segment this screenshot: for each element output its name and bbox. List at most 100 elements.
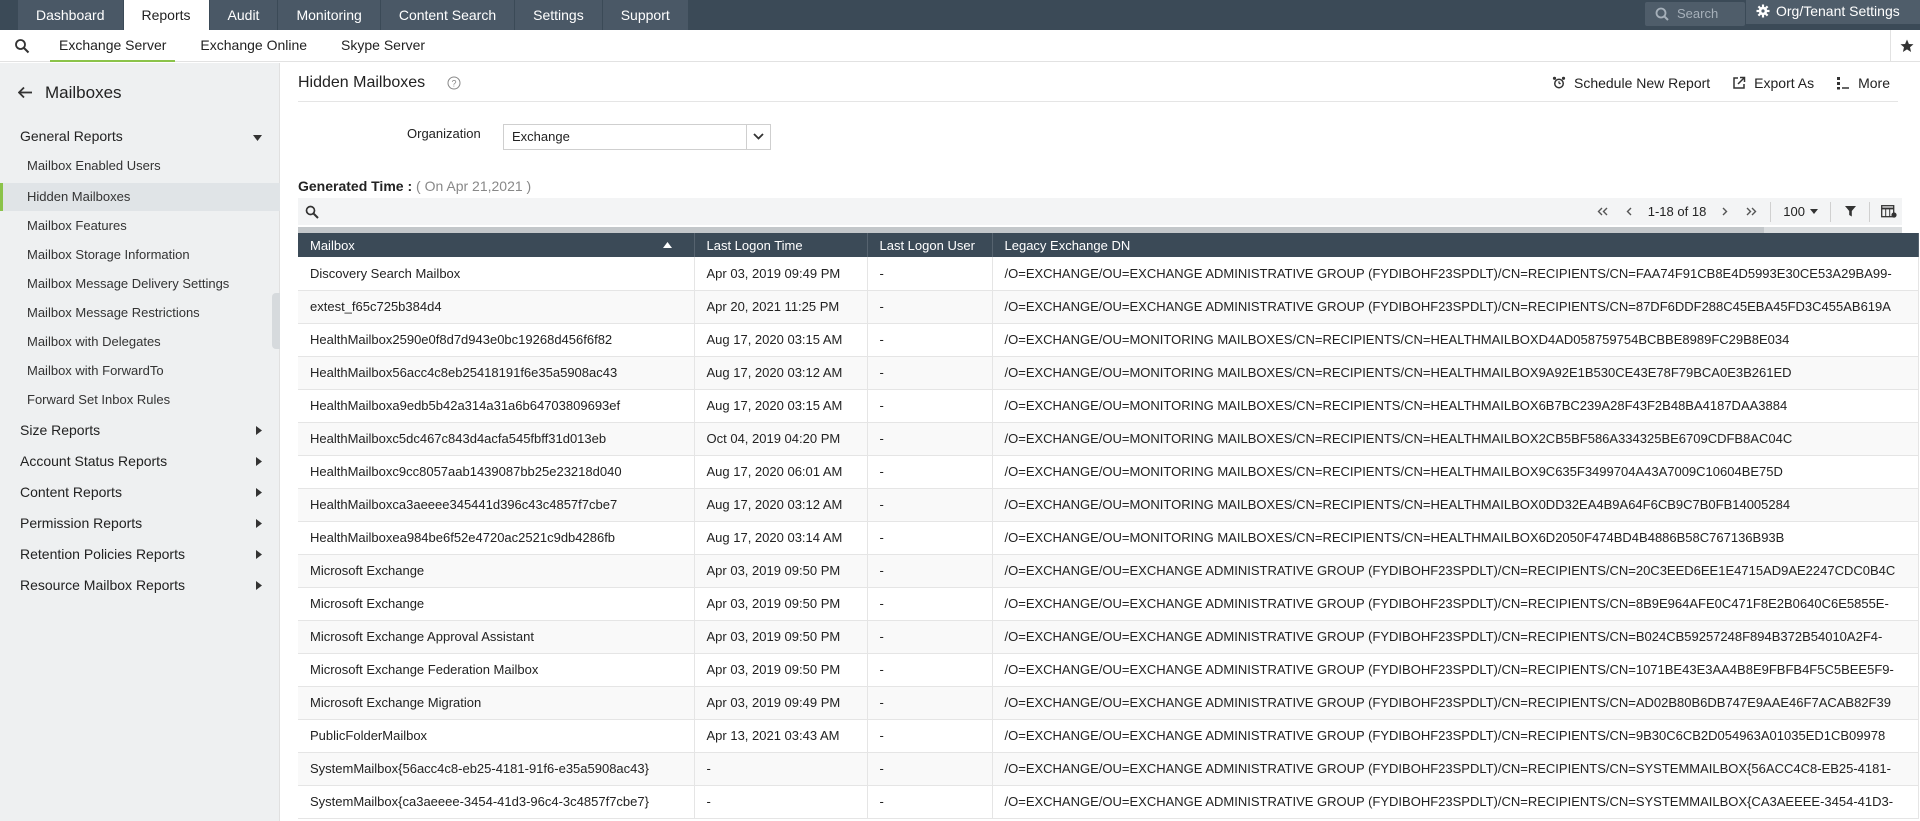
caret-right-icon bbox=[256, 488, 262, 497]
sidebar-item-mailbox-storage-information[interactable]: Mailbox Storage Information bbox=[0, 241, 280, 269]
tab-exchange-online[interactable]: Exchange Online bbox=[191, 30, 316, 62]
table-row[interactable]: SystemMailbox{ca3aeeee-3454-41d3-96c4-3c… bbox=[298, 785, 1919, 819]
more-button[interactable]: More bbox=[1836, 75, 1890, 91]
sidebar-item-forward-set-inbox-rules[interactable]: Forward Set Inbox Rules bbox=[0, 386, 280, 414]
table-row[interactable]: Microsoft Exchange Federation Mailbox Apr… bbox=[298, 653, 1919, 687]
org-tenant-settings-button[interactable]: Org/Tenant Settings bbox=[1746, 0, 1920, 24]
table-row[interactable]: Microsoft Exchange Apr 03, 2019 09:50 PM -… bbox=[298, 587, 1919, 621]
more-label: More bbox=[1858, 75, 1890, 91]
cell-mailbox: HealthMailbox2590e0f8d7d943e0bc19268d456… bbox=[298, 323, 695, 357]
double-chevron-right-icon bbox=[1746, 207, 1757, 216]
table-row[interactable]: HealthMailboxc9cc8057aab1439087bb25e2321… bbox=[298, 455, 1919, 489]
sidebar-group-content-reports[interactable]: Content Reports bbox=[20, 484, 270, 500]
table-row[interactable]: HealthMailbox2590e0f8d7d943e0bc19268d456… bbox=[298, 323, 1919, 357]
favorite-button[interactable] bbox=[1890, 30, 1920, 62]
sidebar-item-mailbox-message-delivery-settings[interactable]: Mailbox Message Delivery Settings bbox=[0, 270, 280, 298]
sidebar-group-resource-mailbox-reports[interactable]: Resource Mailbox Reports bbox=[20, 577, 270, 593]
sidebar-collapse-handle[interactable] bbox=[272, 293, 280, 349]
search-icon[interactable] bbox=[14, 38, 30, 54]
pager-divider bbox=[1830, 201, 1831, 222]
caret-right-icon bbox=[256, 550, 262, 559]
caret-down-icon bbox=[1810, 209, 1818, 214]
table-row[interactable]: HealthMailboxc5dc467c843d4acfa545fbff31d… bbox=[298, 422, 1919, 456]
cell-mailbox: HealthMailboxc9cc8057aab1439087bb25e2321… bbox=[298, 455, 695, 489]
column-chooser-button[interactable] bbox=[1878, 201, 1900, 223]
cell-mailbox: extest_f65c725b384d4 bbox=[298, 290, 695, 324]
sidebar-item-mailbox-with-forwardto[interactable]: Mailbox with ForwardTo bbox=[0, 357, 280, 385]
column-header-last-logon-user[interactable]: Last Logon User bbox=[867, 233, 993, 257]
table-row[interactable]: Microsoft Exchange Apr 03, 2019 09:50 PM -… bbox=[298, 554, 1919, 588]
tab-dashboard[interactable]: Dashboard bbox=[18, 0, 124, 30]
tab-reports[interactable]: Reports bbox=[123, 0, 210, 30]
cell-legacy-exchange-dn: /O=EXCHANGE/OU=EXCHANGE ADMINISTRATIVE G… bbox=[992, 785, 1919, 819]
table-row[interactable]: HealthMailboxca3aeeee345441d396c43c4857f… bbox=[298, 488, 1919, 522]
generated-time: Generated Time : ( On Apr 21,2021 ) bbox=[298, 178, 531, 194]
global-search-input[interactable]: Search bbox=[1645, 2, 1745, 26]
table-search-icon[interactable] bbox=[305, 205, 319, 219]
sidebar-item-mailbox-message-restrictions[interactable]: Mailbox Message Restrictions bbox=[0, 299, 280, 327]
table-row[interactable]: Microsoft Exchange Migration Apr 03, 2019… bbox=[298, 686, 1919, 720]
tab-audit[interactable]: Audit bbox=[209, 0, 279, 30]
table-row[interactable]: HealthMailbox56acc4c8eb25418191f6e35a590… bbox=[298, 356, 1919, 390]
tab-support[interactable]: Support bbox=[602, 0, 689, 30]
cell-last-logon-time: Apr 20, 2021 11:25 PM bbox=[694, 290, 868, 324]
table-row[interactable]: HealthMailboxea984be6f52e4720ac2521c9db4… bbox=[298, 521, 1919, 555]
sort-ascending-icon bbox=[662, 242, 672, 248]
column-header-mailbox[interactable]: Mailbox bbox=[298, 233, 695, 257]
page-size-select[interactable]: 100 bbox=[1783, 204, 1818, 219]
cell-mailbox: Microsoft Exchange bbox=[298, 587, 695, 621]
sidebar-group-general-reports[interactable]: General Reports bbox=[20, 128, 270, 144]
sidebar-group-label: Resource Mailbox Reports bbox=[20, 577, 185, 593]
cell-mailbox: Microsoft Exchange Migration bbox=[298, 686, 695, 720]
last-page-button[interactable] bbox=[1740, 201, 1762, 223]
sidebar-group-permission-reports[interactable]: Permission Reports bbox=[20, 515, 270, 531]
first-page-button[interactable] bbox=[1592, 201, 1614, 223]
cell-mailbox: Microsoft Exchange Federation Mailbox bbox=[298, 653, 695, 687]
sidebar-group-retention-policies-reports[interactable]: Retention Policies Reports bbox=[20, 546, 270, 562]
cell-legacy-exchange-dn: /O=EXCHANGE/OU=EXCHANGE ADMINISTRATIVE G… bbox=[992, 257, 1919, 291]
filter-button[interactable] bbox=[1839, 201, 1861, 223]
help-icon[interactable]: ? bbox=[447, 76, 461, 90]
sidebar-group-size-reports[interactable]: Size Reports bbox=[20, 422, 270, 438]
organization-dropdown-toggle[interactable] bbox=[746, 125, 770, 149]
cell-last-logon-time: Aug 17, 2020 03:14 AM bbox=[694, 521, 868, 555]
sidebar-group-account-status-reports[interactable]: Account Status Reports bbox=[20, 453, 270, 469]
cell-last-logon-time: Aug 17, 2020 03:15 AM bbox=[694, 323, 868, 357]
table-row[interactable]: extest_f65c725b384d4 Apr 20, 2021 11:25 P… bbox=[298, 290, 1919, 324]
cell-mailbox: HealthMailboxc5dc467c843d4acfa545fbff31d… bbox=[298, 422, 695, 456]
back-arrow-icon[interactable] bbox=[18, 86, 33, 99]
tab-monitoring[interactable]: Monitoring bbox=[278, 0, 381, 30]
table-row[interactable]: SystemMailbox{56acc4c8-eb25-4181-91f6-e3… bbox=[298, 752, 1919, 786]
more-list-icon bbox=[1837, 77, 1850, 90]
table-row[interactable]: PublicFolderMailbox Apr 13, 2021 03:43 AM… bbox=[298, 719, 1919, 753]
schedule-new-report-button[interactable]: Schedule New Report bbox=[1552, 75, 1710, 91]
cell-last-logon-time: Apr 03, 2019 09:50 PM bbox=[694, 653, 868, 687]
column-header-legacy-exchange-dn[interactable]: Legacy Exchange DN bbox=[992, 233, 1919, 257]
cell-last-logon-time: Apr 03, 2019 09:50 PM bbox=[694, 554, 868, 588]
sidebar-item-mailbox-with-delegates[interactable]: Mailbox with Delegates bbox=[0, 328, 280, 356]
next-page-button[interactable] bbox=[1714, 201, 1736, 223]
prev-page-button[interactable] bbox=[1618, 201, 1640, 223]
cell-last-logon-time: Apr 03, 2019 09:50 PM bbox=[694, 620, 868, 654]
tab-content-search[interactable]: Content Search bbox=[380, 0, 516, 30]
column-header-last-logon-time[interactable]: Last Logon Time bbox=[694, 233, 868, 257]
sidebar-item-mailbox-enabled-users[interactable]: Mailbox Enabled Users bbox=[0, 152, 280, 180]
cell-mailbox: HealthMailbox56acc4c8eb25418191f6e35a590… bbox=[298, 356, 695, 390]
export-as-button[interactable]: Export As bbox=[1732, 75, 1814, 91]
table-row[interactable]: Microsoft Exchange Approval Assistant Apr… bbox=[298, 620, 1919, 654]
organization-select[interactable]: Exchange bbox=[503, 124, 771, 150]
cell-last-logon-user: - bbox=[867, 455, 993, 489]
tab-exchange-server[interactable]: Exchange Server bbox=[50, 30, 176, 62]
page-range: 1-18 of 18 bbox=[1647, 204, 1707, 219]
table-row[interactable]: Discovery Search Mailbox Apr 03, 2019 09:… bbox=[298, 257, 1919, 291]
product-tabs: Exchange Server Exchange Online Skype Se… bbox=[50, 30, 450, 62]
sidebar-item-hidden-mailboxes[interactable]: Hidden Mailboxes bbox=[0, 183, 280, 211]
tab-skype-server[interactable]: Skype Server bbox=[332, 30, 434, 62]
cell-legacy-exchange-dn: /O=EXCHANGE/OU=MONITORING MAILBOXES/CN=R… bbox=[992, 356, 1919, 390]
cell-last-logon-time: Apr 03, 2019 09:50 PM bbox=[694, 587, 868, 621]
table-row[interactable]: HealthMailboxa9edb5b42a314a31a6b64703809… bbox=[298, 389, 1919, 423]
cell-last-logon-time: - bbox=[694, 752, 868, 786]
tab-settings[interactable]: Settings bbox=[515, 0, 603, 30]
sidebar-item-mailbox-features[interactable]: Mailbox Features bbox=[0, 212, 280, 240]
cell-legacy-exchange-dn: /O=EXCHANGE/OU=MONITORING MAILBOXES/CN=R… bbox=[992, 389, 1919, 423]
